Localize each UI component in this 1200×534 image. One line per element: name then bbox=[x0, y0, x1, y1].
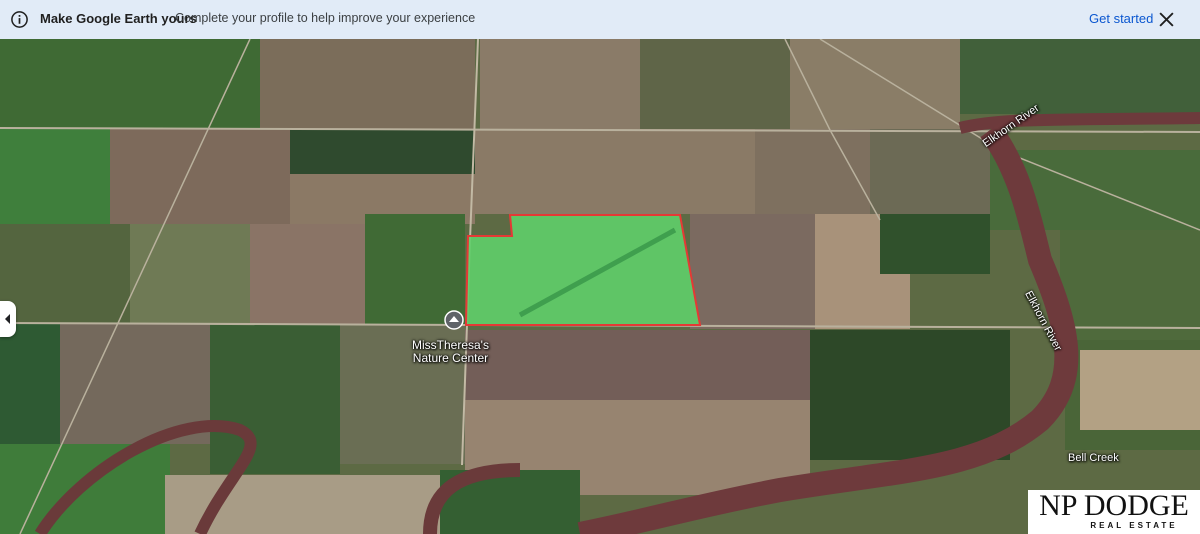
side-panel-toggle[interactable] bbox=[0, 301, 16, 337]
banner-title: Make Google Earth yours bbox=[40, 11, 197, 26]
nature-center-icon[interactable] bbox=[444, 310, 464, 330]
logo-main-text: NP DODGE bbox=[1039, 489, 1189, 522]
chevron-left-icon bbox=[5, 314, 10, 324]
get-started-link[interactable]: Get started bbox=[1089, 11, 1153, 26]
close-icon[interactable] bbox=[1158, 11, 1175, 28]
banner-subtitle: Complete your profile to help improve yo… bbox=[175, 11, 476, 25]
logo-sub-text: REAL ESTATE bbox=[1090, 521, 1178, 530]
creek-label: Bell Creek bbox=[1068, 452, 1119, 464]
place-label-line2: Nature Center bbox=[412, 351, 489, 365]
np-dodge-logo: NP DODGE REAL ESTATE bbox=[1028, 490, 1200, 534]
nature-center-label[interactable]: MissTheresa's Nature Center bbox=[412, 339, 489, 365]
info-icon bbox=[11, 11, 28, 28]
profile-banner: Make Google Earth yours Complete your pr… bbox=[0, 0, 1200, 39]
